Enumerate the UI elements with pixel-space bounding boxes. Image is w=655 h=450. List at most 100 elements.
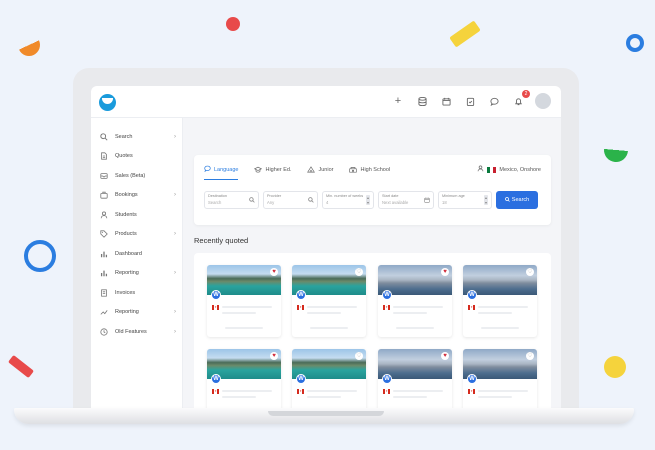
canada-flag-icon: ✦: [297, 389, 304, 394]
search-button[interactable]: Search: [496, 191, 538, 209]
sidebar-item-label: Quotes: [115, 153, 133, 160]
sidebar-item-quotes[interactable]: Quotes: [91, 147, 182, 167]
canada-flag-icon: ✦: [212, 305, 219, 310]
quote-card[interactable]: ♥ W ✦: [207, 349, 281, 410]
heart-icon[interactable]: ♡: [526, 352, 534, 360]
tab-junior[interactable]: Junior: [307, 165, 333, 180]
main-content: Language Higher Ed. Junior High School M…: [183, 118, 561, 410]
text-placeholder: [222, 396, 256, 398]
chat-icon[interactable]: [487, 94, 501, 108]
heart-icon[interactable]: ♥: [441, 352, 449, 360]
stepper-icon[interactable]: ▴ ▾: [483, 195, 488, 205]
canada-flag-icon: ✦: [297, 305, 304, 310]
sidebar-item-bookings[interactable]: Bookings ›: [91, 186, 182, 206]
provider-logo-icon: W: [296, 290, 306, 300]
stepper-icon[interactable]: ▴ ▾: [365, 195, 370, 205]
mexico-flag-icon: [487, 166, 497, 173]
quote-card[interactable]: ♥ W ✦: [378, 349, 452, 410]
heart-icon[interactable]: ♥: [270, 352, 278, 360]
sidebar-item-dashboard[interactable]: Dashboard: [91, 244, 182, 264]
tab-label: Language: [214, 166, 239, 173]
quote-card[interactable]: ♡ W ✦: [292, 349, 366, 410]
field-label: Minimum age: [442, 194, 465, 198]
sidebar-item-students[interactable]: Students: [91, 205, 182, 225]
start-date-field[interactable]: Start date Next available: [378, 191, 434, 209]
quote-card[interactable]: ♥ W ✦: [378, 265, 452, 337]
calendar-icon[interactable]: [439, 94, 453, 108]
heart-icon[interactable]: ♡: [526, 268, 534, 276]
text-placeholder: [478, 306, 528, 308]
provider-logo-icon: W: [296, 374, 306, 384]
database-icon[interactable]: [415, 94, 429, 108]
provider-field[interactable]: Provider Any: [263, 191, 318, 209]
sidebar-item-search[interactable]: Search ›: [91, 127, 182, 147]
quote-card[interactable]: ♡ W ✦: [463, 265, 537, 337]
text-placeholder: [307, 390, 357, 392]
bar-chart-icon: [99, 268, 109, 278]
sidebar-item-reporting-2[interactable]: Reporting ›: [91, 303, 182, 323]
text-placeholder: [393, 312, 427, 314]
invoice-icon: [99, 288, 109, 298]
text-placeholder: [307, 306, 357, 308]
heart-icon[interactable]: ♡: [355, 268, 363, 276]
search-icon: [249, 197, 255, 205]
field-label: Provider: [267, 194, 282, 198]
tab-label: Higher Ed.: [265, 167, 292, 173]
weeks-stepper[interactable]: Min. number of weeks 4 ▴ ▾: [322, 191, 374, 209]
bell-icon[interactable]: 2: [511, 90, 530, 108]
quote-card[interactable]: ♡ W ✦: [463, 349, 537, 410]
tab-higher-ed[interactable]: Higher Ed.: [254, 165, 291, 180]
sidebar-item-sales[interactable]: Sales (Beta): [91, 166, 182, 186]
text-placeholder: [478, 396, 512, 398]
sidebar-item-label: Reporting: [115, 309, 139, 316]
app-logo[interactable]: [99, 94, 116, 111]
provider-logo-icon: W: [211, 290, 221, 300]
destination-field[interactable]: Destination Search: [204, 191, 259, 209]
add-icon[interactable]: +: [391, 94, 405, 108]
clock-icon: [99, 327, 109, 337]
tab-high-school[interactable]: High School: [349, 165, 390, 180]
location-selector[interactable]: Mexico, Onshore: [477, 165, 541, 174]
heart-icon[interactable]: ♡: [355, 352, 363, 360]
field-value: Next available: [382, 200, 409, 205]
school-icon: [349, 166, 358, 175]
text-placeholder: [481, 327, 519, 329]
canada-flag-icon: ✦: [468, 389, 475, 394]
text-placeholder: [307, 396, 341, 398]
user-icon: [99, 210, 109, 220]
tab-language[interactable]: Language: [204, 165, 239, 180]
text-placeholder: [393, 396, 427, 398]
quote-card[interactable]: ♡ W ✦: [292, 265, 366, 337]
tab-label: Junior: [318, 167, 334, 173]
heart-icon[interactable]: ♥: [270, 268, 278, 276]
graduation-cap-icon: [254, 166, 263, 175]
decorative-blue-ring-large: [24, 240, 56, 272]
sidebar-item-reporting[interactable]: Reporting ›: [91, 264, 182, 284]
sidebar-item-products[interactable]: Products ›: [91, 225, 182, 245]
quote-card[interactable]: ♥ W ✦: [207, 265, 281, 337]
field-value: 4: [326, 200, 329, 205]
text-placeholder: [393, 390, 443, 392]
decorative-yellow-dot: [604, 356, 626, 378]
sidebar-item-label: Products: [115, 231, 137, 238]
clipboard-icon[interactable]: [463, 94, 477, 108]
sidebar: Search › Quotes Sales (Beta) Bookings › …: [91, 118, 183, 410]
min-age-stepper[interactable]: Minimum age 18 ▴ ▾: [438, 191, 492, 209]
recently-quoted-panel: ♥ W ✦ ♡ W ✦ ♥ W ✦ ♡ W ✦ ♥ W ✦ ♡ W ✦ ♥ W ✦ ♡ W ✦: [194, 253, 551, 410]
top-bar: + 2: [91, 86, 561, 118]
laptop-notch: [268, 411, 384, 416]
text-placeholder: [310, 327, 348, 329]
line-chart-icon: [99, 307, 109, 317]
inbox-icon: [99, 171, 109, 181]
canada-flag-icon: ✦: [383, 389, 390, 394]
chat-bubble-icon: [204, 165, 211, 174]
heart-icon[interactable]: ♥: [441, 268, 449, 276]
sidebar-item-old-features[interactable]: Old Features ›: [91, 322, 182, 342]
sidebar-item-invoices[interactable]: Invoices: [91, 283, 182, 303]
field-value: Any: [267, 200, 275, 205]
sidebar-item-label: Students: [115, 211, 137, 218]
avatar[interactable]: [535, 93, 551, 109]
search-fields: Destination Search Provider Any Min. num…: [204, 191, 538, 209]
search-card: Language Higher Ed. Junior High School M…: [194, 155, 551, 225]
sidebar-item-label: Bookings: [115, 192, 138, 199]
